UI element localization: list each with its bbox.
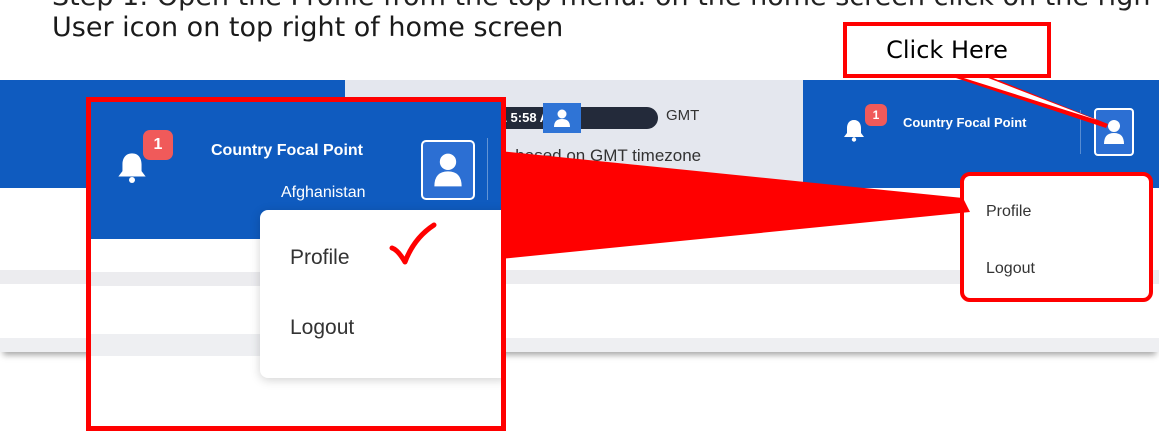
- instruction-main-line: User icon on top right of home screen: [52, 12, 564, 43]
- timezone-note: are based on GMT timezone: [486, 146, 702, 165]
- user-role: Country Focal Point: [211, 142, 363, 159]
- user-country: Afghanistan: [281, 184, 366, 201]
- user-menu-button[interactable]: [1094, 108, 1134, 156]
- user-menu-button[interactable]: [421, 140, 475, 200]
- bell-icon[interactable]: [843, 118, 865, 142]
- menu-item-logout[interactable]: Logout: [986, 260, 1035, 278]
- notification-badge: 1: [865, 104, 887, 126]
- menu-item-profile[interactable]: Profile: [290, 246, 350, 270]
- notification-badge: 1: [143, 130, 173, 160]
- user-dropdown-menu: Profile Logout: [960, 172, 1153, 302]
- checkmark-icon: [389, 222, 437, 265]
- user-icon: [434, 153, 462, 187]
- instruction-partial-line: Step 1: Open the Profile from the top me…: [52, 0, 1152, 12]
- zoomed-view: 1 Country Focal Point Afghanistan Profil…: [86, 97, 506, 431]
- user-role: Country Focal Point: [903, 115, 1027, 130]
- header-divider: [1080, 110, 1081, 154]
- time-zone-label: GMT: [666, 107, 700, 124]
- menu-item-logout[interactable]: Logout: [290, 316, 354, 340]
- user-icon: [543, 103, 581, 133]
- click-here-callout: Click Here: [843, 22, 1051, 78]
- user-icon: [1104, 120, 1124, 144]
- menu-item-profile[interactable]: Profile: [986, 203, 1031, 221]
- header-divider: [487, 138, 488, 200]
- callout-label: Click Here: [886, 36, 1008, 64]
- user-dropdown-menu: Profile Logout: [260, 210, 501, 378]
